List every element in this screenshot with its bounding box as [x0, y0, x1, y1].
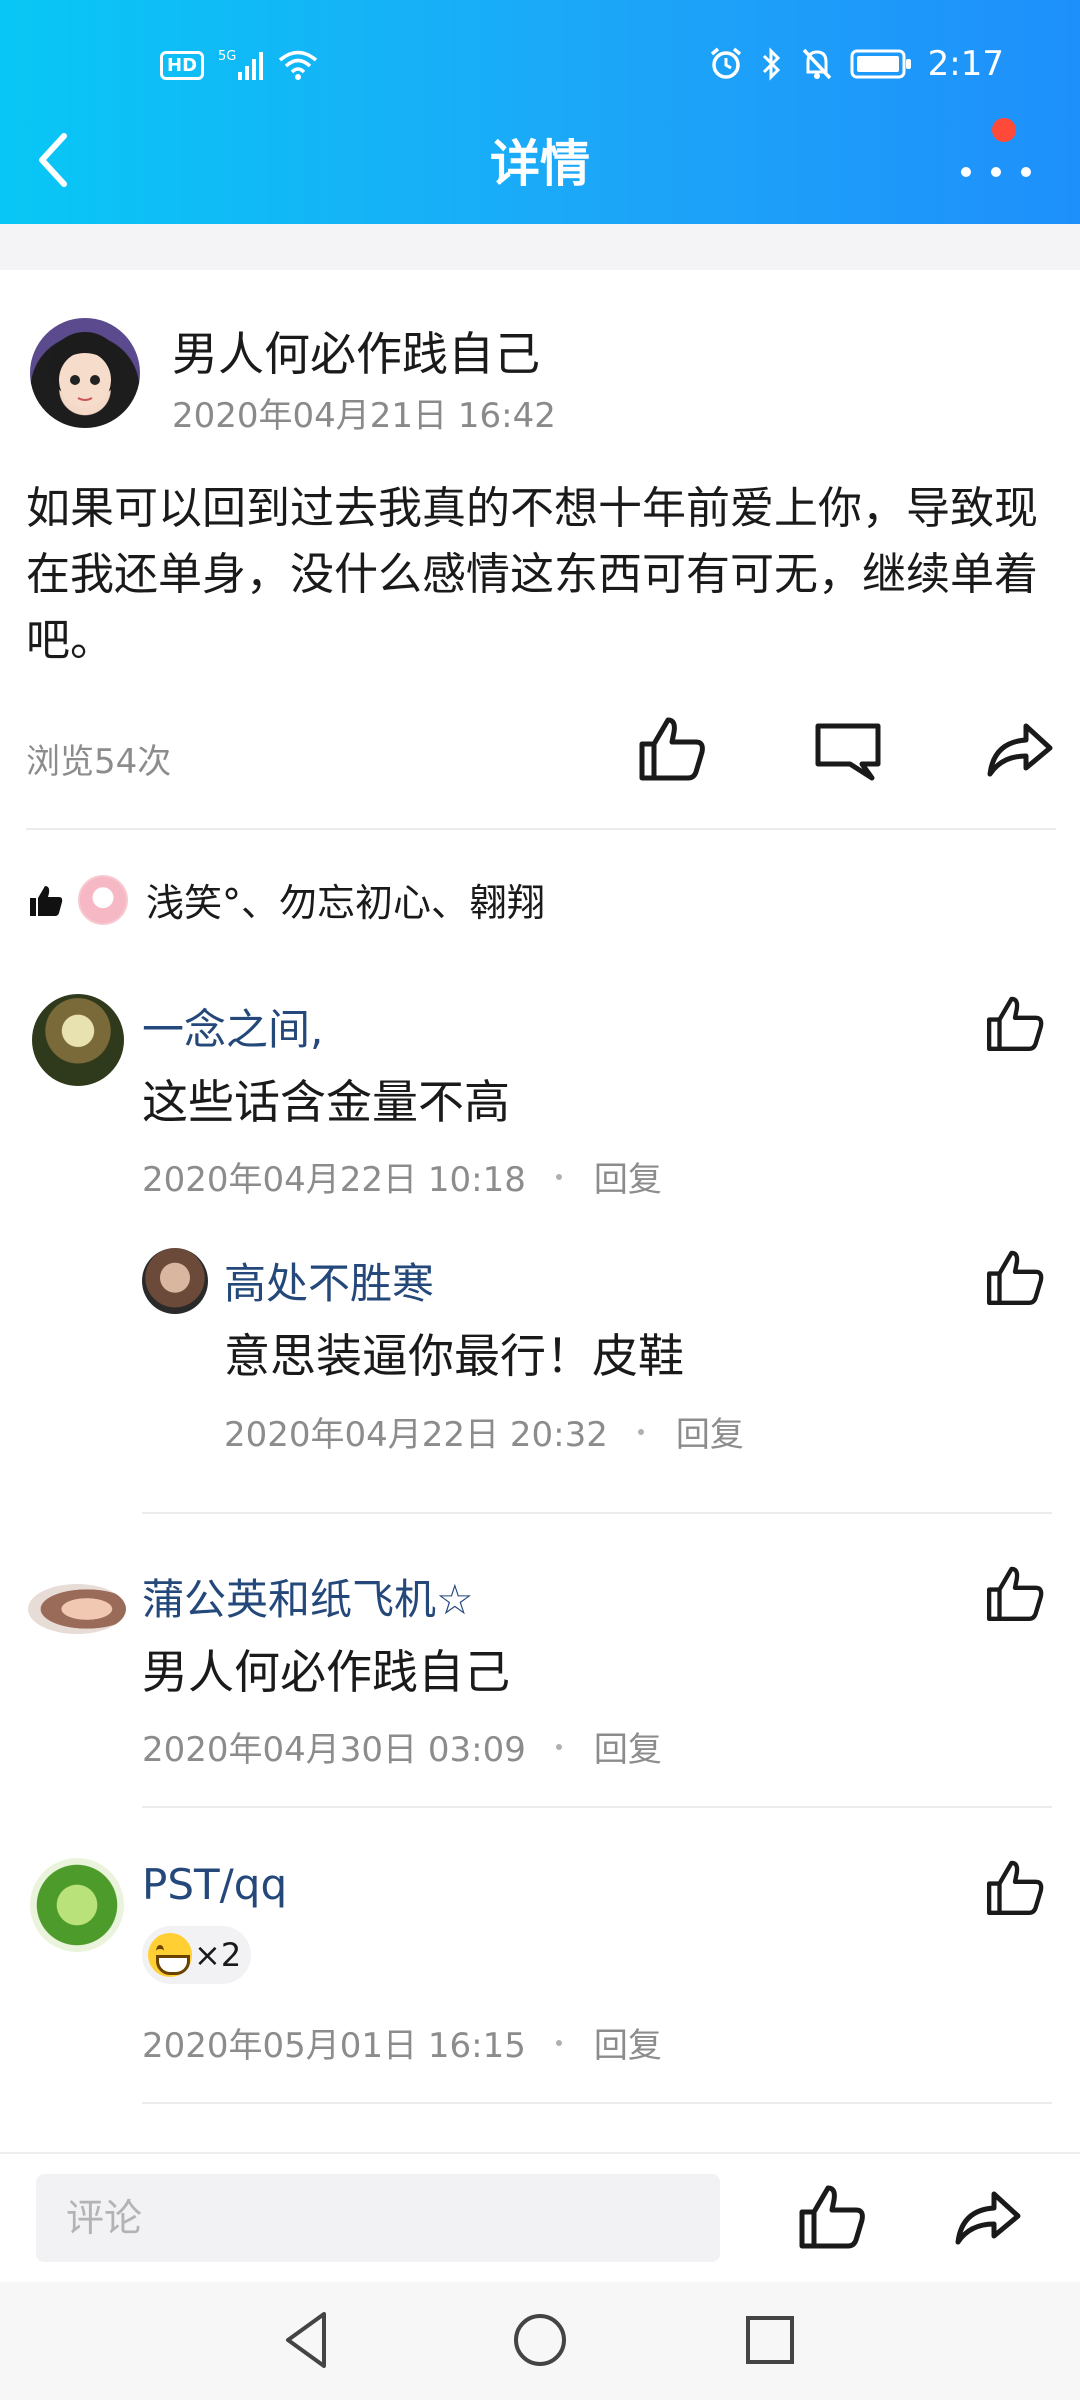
- bottom-share-button[interactable]: [952, 2180, 1024, 2252]
- bottom-like-button[interactable]: [796, 2180, 868, 2252]
- divider: [142, 1512, 1052, 1514]
- divider: [142, 1806, 1052, 1808]
- more-button[interactable]: [956, 118, 1036, 192]
- reply-text: 意思装逼你最行！皮鞋: [224, 1329, 684, 1383]
- comment-like-button[interactable]: [984, 1856, 1046, 1918]
- thumbs-up-icon: [987, 1566, 1044, 1621]
- commenter-name[interactable]: PST/qq: [142, 1860, 287, 1909]
- reply-author-avatar[interactable]: [142, 1248, 208, 1314]
- grin-emoji-icon: [148, 1933, 192, 1977]
- more-dots-icon: [961, 167, 1031, 177]
- separator-dot: [637, 1428, 644, 1435]
- comment-like-button[interactable]: [984, 1562, 1046, 1624]
- divider: [26, 828, 1056, 830]
- small-thumbs-up-icon: [30, 885, 63, 916]
- circle-home-icon: [514, 2314, 566, 2366]
- reply-button[interactable]: 回复: [594, 2018, 662, 2067]
- comment-text: 这些话含金量不高: [142, 1075, 510, 1129]
- thumbs-up-icon: [987, 1860, 1044, 1915]
- status-bar: HD 5G 2:17: [0, 0, 1080, 110]
- view-count: 浏览54次: [26, 742, 172, 782]
- thumbs-up-icon: [799, 2185, 865, 2249]
- comment-time: 2020年04月22日 10:18: [142, 1160, 526, 1200]
- status-right: 2:17: [708, 44, 1004, 84]
- system-nav-bar: [0, 2282, 1080, 2400]
- share-arrow-icon: [955, 2191, 1021, 2245]
- system-home-button[interactable]: [508, 2308, 572, 2372]
- status-time: 2:17: [927, 44, 1004, 84]
- app-header: HD 5G 2:17 详情: [0, 0, 1080, 224]
- emoji-count: ×2: [194, 1936, 242, 1974]
- divider: [142, 2102, 1052, 2104]
- post-comment-button[interactable]: [812, 712, 884, 784]
- reply-button[interactable]: 回复: [594, 1152, 662, 1201]
- wifi-icon: [278, 50, 318, 80]
- comment-time: 2020年05月01日 16:15: [142, 2026, 526, 2066]
- thumbs-up-icon: [639, 717, 705, 781]
- thumbs-up-icon: [987, 1250, 1044, 1305]
- battery-icon: [850, 49, 911, 79]
- mute-icon: [802, 48, 831, 80]
- post-body: 如果可以回到过去我真的不想十年前爱上你，导致现在我还单身，没什么感情这东西可有可…: [26, 483, 1038, 666]
- reply-time: 2020年04月22日 20:32: [224, 1415, 608, 1455]
- comment-time: 2020年04月30日 03:09: [142, 1730, 526, 1770]
- separator-dot: [555, 1173, 562, 1180]
- commenter-avatar[interactable]: [28, 1584, 126, 1634]
- commenter-avatar[interactable]: [32, 994, 124, 1086]
- post-share-button[interactable]: [984, 712, 1056, 784]
- section-gap: [0, 224, 1080, 270]
- avatar-cartoon: [49, 332, 121, 408]
- reply-author-name[interactable]: 高处不胜寒: [224, 1250, 434, 1311]
- comment-meta: 2020年04月30日 03:09 回复: [142, 1722, 662, 1771]
- comment-text: 男人何必作践自己: [142, 1645, 510, 1699]
- likes-row[interactable]: 浅笑°、勿忘初心、翱翔: [28, 872, 545, 927]
- square-recent-icon: [746, 2316, 794, 2364]
- hd-badge: HD: [160, 50, 205, 80]
- post-author-avatar[interactable]: [30, 318, 140, 428]
- post-author-name[interactable]: 男人何必作践自己: [172, 318, 540, 384]
- liker-avatar[interactable]: [78, 874, 128, 925]
- reply-like-button[interactable]: [984, 1246, 1046, 1308]
- comment-meta: 2020年04月22日 10:18 回复: [142, 1152, 662, 1201]
- reply-button[interactable]: 回复: [594, 1722, 662, 1771]
- notification-dot: [992, 118, 1016, 142]
- system-back-button[interactable]: [276, 2308, 340, 2372]
- comment-input[interactable]: [36, 2174, 720, 2262]
- commenter-name[interactable]: 一念之间,: [142, 996, 323, 1057]
- separator-dot: [555, 1743, 562, 1750]
- svg-text:5G: 5G: [218, 49, 236, 64]
- commenter-avatar[interactable]: [30, 1858, 124, 1952]
- likers-names[interactable]: 浅笑°、勿忘初心、翱翔: [146, 872, 545, 927]
- comment-meta: 2020年05月01日 16:15 回复: [142, 2018, 662, 2067]
- post-like-button[interactable]: [636, 712, 708, 784]
- system-recent-button[interactable]: [738, 2308, 802, 2372]
- nav-bar: 详情: [0, 110, 1080, 224]
- page-title: 详情: [490, 135, 590, 193]
- status-left: HD 5G: [160, 48, 318, 82]
- emoji-reaction: ×2: [142, 1926, 252, 1984]
- triangle-back-icon: [286, 2312, 326, 2368]
- comment-bubble-icon: [815, 723, 881, 781]
- bluetooth-icon: [762, 47, 780, 81]
- comment-bar: [0, 2152, 1080, 2282]
- share-arrow-icon: [987, 723, 1053, 777]
- commenter-name[interactable]: 蒲公英和纸飞机☆: [142, 1566, 474, 1627]
- separator-dot: [555, 2039, 562, 2046]
- thumbs-up-icon: [987, 996, 1044, 1051]
- post-date: 2020年04月21日 16:42: [172, 396, 556, 436]
- comment-like-button[interactable]: [984, 992, 1046, 1054]
- reply-button[interactable]: 回复: [676, 1407, 744, 1456]
- reply-meta: 2020年04月22日 20:32 回复: [224, 1407, 744, 1456]
- signal-icon: 5G: [218, 49, 264, 80]
- alarm-icon: [710, 47, 741, 79]
